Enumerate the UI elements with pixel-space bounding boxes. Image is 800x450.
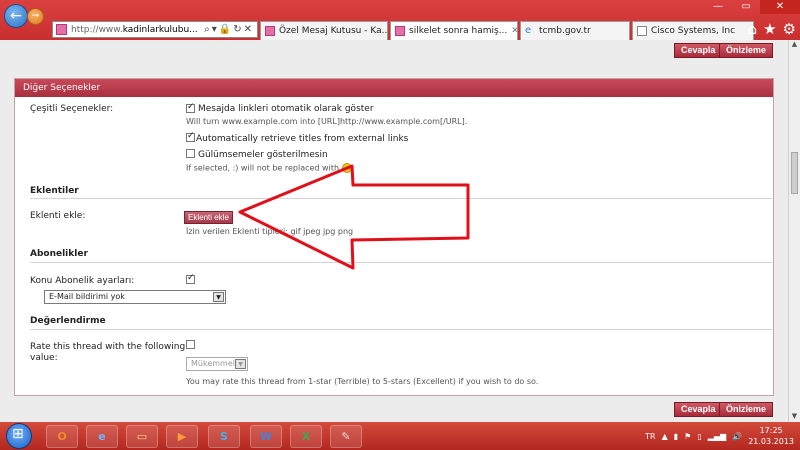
divider	[30, 198, 772, 199]
vertical-scrollbar[interactable]: ▲ ▼	[788, 40, 800, 422]
tab-label: Özel Mesaj Kutusu - Ka...	[279, 26, 388, 36]
home-icon[interactable]: ⌂	[748, 20, 758, 38]
allowed-types-note: İzin verilen Eklenti tipleri: gif jpeg j…	[186, 227, 354, 236]
auto-links-label: Mesajda linkleri otomatik olarak göster	[198, 104, 374, 114]
chevron-down-icon[interactable]: ▼	[235, 359, 246, 369]
subscription-checkbox[interactable]	[186, 273, 195, 284]
excel-icon[interactable]: X	[290, 425, 322, 448]
page-favicon-icon	[637, 26, 647, 36]
media-player-icon[interactable]: ▶	[166, 425, 198, 448]
subscription-settings-label: Konu Abonelik ayarları:	[30, 276, 135, 286]
address-bar[interactable]: http://www.kadinlarkulubu... ⌕▾🔒↻✕	[52, 21, 258, 38]
add-attachment-button[interactable]: Eklenti ekle	[184, 211, 233, 224]
chevron-down-icon[interactable]: ▼	[213, 292, 224, 302]
rate-thread-label-line2: value:	[30, 353, 58, 363]
scroll-down-icon[interactable]: ▼	[789, 412, 800, 422]
close-icon[interactable]: ✕	[760, 0, 800, 14]
window-controls: — ▭ ✕	[704, 0, 800, 14]
back-arrow-icon: ←	[10, 8, 22, 24]
auto-links-note: Will turn www.example.com into [URL]http…	[186, 117, 468, 126]
disable-smilies-label: Gülümsemeler gösterilmesin	[198, 150, 328, 160]
skype-icon[interactable]: S	[208, 425, 240, 448]
back-button[interactable]: ←	[4, 4, 28, 28]
browser-tools: ⌂ ★ ⚙	[748, 20, 796, 38]
tab-close-icon[interactable]: ✕	[511, 26, 517, 36]
system-tray: TR ▲ ▮ ⚑ ▯ ▂▄▆ 🔊 17:25 21.03.2013	[645, 425, 794, 447]
rating-heading: Değerlendirme	[30, 316, 106, 326]
scroll-thumb[interactable]	[791, 152, 798, 194]
scroll-up-icon[interactable]: ▲	[789, 40, 800, 50]
rating-select[interactable]: Mükemmel ▼	[186, 357, 248, 371]
address-url[interactable]: http://www.kadinlarkulubu...	[71, 25, 200, 35]
minimize-icon[interactable]: —	[704, 0, 732, 14]
refresh-icon[interactable]: ↻	[233, 24, 243, 35]
tab-active-thread[interactable]: silkelet sonra hamiş... ✕	[390, 21, 518, 40]
clock-date: 21.03.2013	[748, 437, 794, 446]
disable-smilies-note: If selected, :) will not be replaced wit…	[186, 163, 352, 173]
tab-strip: Özel Mesaj Kutusu - Ka... silkelet sonra…	[260, 21, 754, 40]
add-attachment-label: Eklenti ekle:	[30, 211, 86, 221]
smiley-icon	[341, 163, 352, 173]
site-favicon-icon	[56, 24, 67, 35]
flag-icon[interactable]: ⚑	[684, 432, 691, 441]
windows-taskbar: O e ▭ ▶ S W X ✎ TR ▲ ▮ ⚑ ▯ ▂▄▆ 🔊 17:25 2…	[0, 422, 800, 450]
volume-icon[interactable]: 🔊	[732, 432, 742, 441]
tab-label: tcmb.gov.tr	[539, 26, 591, 36]
reply-button-bottom[interactable]: Cevapla	[674, 402, 723, 417]
clock[interactable]: 17:25 21.03.2013	[748, 425, 794, 447]
maximize-icon[interactable]: ▭	[732, 0, 760, 14]
tab-favicon-icon	[265, 26, 275, 36]
internet-explorer-icon[interactable]: e	[86, 425, 118, 448]
lock-icon: 🔒	[218, 24, 234, 35]
tab-private-messages[interactable]: Özel Mesaj Kutusu - Ka...	[260, 21, 388, 40]
favorites-star-icon[interactable]: ★	[763, 20, 776, 38]
clock-time: 17:25	[759, 426, 783, 435]
rate-thread-checkbox[interactable]	[186, 340, 195, 349]
auto-links-checkbox[interactable]	[186, 102, 195, 113]
paint-icon[interactable]: ✎	[330, 425, 362, 448]
word-icon[interactable]: W	[250, 425, 282, 448]
divider	[30, 329, 772, 330]
attachments-heading: Eklentiler	[30, 186, 79, 196]
panel-title: Diğer Seçenekler	[15, 79, 773, 97]
network-icon[interactable]: ▮	[674, 432, 678, 441]
browser-chrome: — ▭ ✕ ← → http://www.kadinlarkulubu... ⌕…	[0, 0, 800, 40]
retrieve-titles-checkbox[interactable]	[186, 131, 195, 142]
tab-label: Cisco Systems, Inc	[651, 26, 736, 36]
signal-icon[interactable]: ▂▄▆	[708, 432, 726, 441]
retrieve-titles-label: Automatically retrieve titles from exter…	[196, 134, 409, 144]
dropdown-icon[interactable]: ▾	[212, 24, 219, 35]
rate-thread-label-line1: Rate this thread with the following	[30, 342, 186, 352]
divider	[30, 262, 772, 263]
subscriptions-heading: Abonelikler	[30, 249, 88, 259]
search-icon[interactable]: ⌕	[204, 24, 212, 35]
tab-cisco[interactable]: Cisco Systems, Inc	[632, 21, 754, 40]
forward-button[interactable]: →	[27, 8, 44, 25]
rating-note: You may rate this thread from 1-star (Te…	[186, 377, 539, 386]
misc-options-label: Çeşitli Seçenekler:	[30, 104, 114, 114]
tab-favicon-icon	[395, 26, 405, 36]
stop-icon[interactable]: ✕	[244, 24, 254, 35]
email-notification-select[interactable]: E-Mail bildirimi yok ▼	[44, 290, 226, 304]
battery-icon[interactable]: ▯	[697, 432, 701, 441]
file-explorer-icon[interactable]: ▭	[126, 425, 158, 448]
forward-arrow-icon: →	[31, 11, 40, 21]
language-indicator[interactable]: TR	[645, 432, 655, 441]
tray-expand-icon[interactable]: ▲	[662, 432, 668, 441]
tab-tcmb[interactable]: e tcmb.gov.tr	[520, 21, 630, 40]
address-controls[interactable]: ⌕▾🔒↻✕	[204, 24, 254, 35]
tab-label: silkelet sonra hamiş...	[409, 26, 508, 36]
reply-button-top[interactable]: Cevapla	[674, 43, 723, 58]
settings-gear-icon[interactable]: ⚙	[783, 20, 796, 38]
outlook-icon[interactable]: O	[46, 425, 78, 448]
ie-favicon-icon: e	[525, 25, 532, 36]
start-button[interactable]	[6, 423, 32, 449]
preview-button-bottom[interactable]: Önizleme	[719, 402, 774, 417]
disable-smilies-checkbox[interactable]	[186, 149, 195, 158]
preview-button-top[interactable]: Önizleme	[719, 43, 774, 58]
